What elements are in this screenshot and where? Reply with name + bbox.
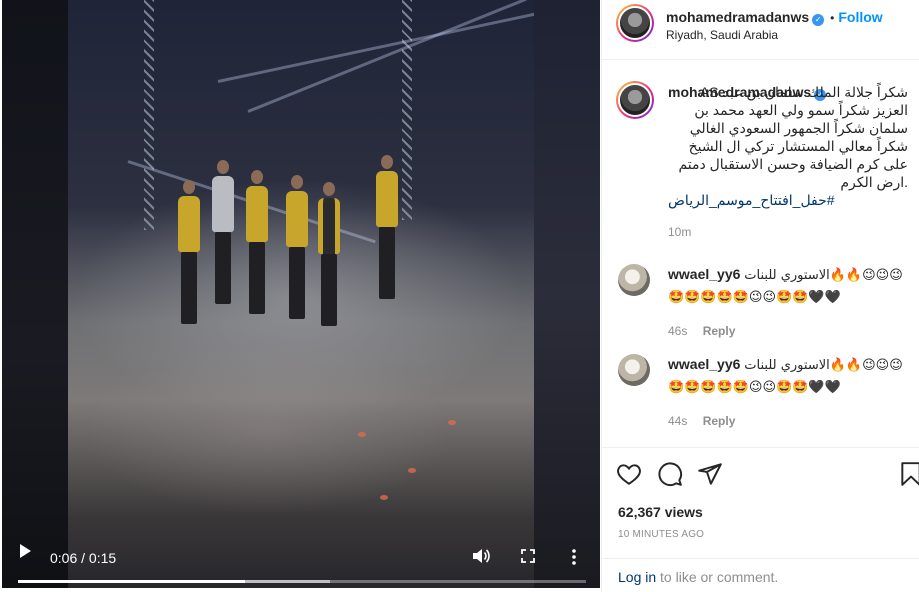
floor-light — [358, 432, 366, 437]
caption-text: AS شكراً جلالة الملك سلمان بن عبد العزيز… — [678, 84, 908, 190]
video-controls: 0:06 / 0:15 — [2, 518, 600, 588]
video-progress-bar[interactable] — [18, 580, 586, 583]
comment-item: wwael_yy6 الاستوري للبنات🔥🔥😉😉😉 🤩🤩🤩🤩🤩😉😉🤩🤩… — [602, 354, 919, 434]
like-heart-icon[interactable] — [616, 461, 642, 487]
separator-dot: • — [830, 11, 835, 25]
post-timestamp: 10 MINUTES AGO — [618, 529, 705, 540]
light-beam — [247, 0, 527, 113]
comments-list[interactable]: mohamedramadanws ✓ AS شكراً جلالة الملك س… — [602, 61, 919, 447]
view-count[interactable]: 62,367 views — [618, 504, 703, 520]
post-caption: mohamedramadanws ✓ AS شكراً جلالة الملك س… — [668, 83, 908, 209]
stage-truss-left — [144, 0, 154, 230]
play-icon[interactable] — [20, 544, 31, 558]
comment-timestamp: 46s — [668, 324, 688, 338]
volume-icon[interactable] — [472, 548, 490, 564]
comment-emojis: 🤩🤩🤩🤩🤩😉😉🤩🤩🖤🖤 — [668, 380, 841, 395]
light-beam — [217, 11, 542, 83]
dancer — [316, 182, 342, 332]
avatar[interactable] — [618, 354, 650, 386]
comment-bubble-icon[interactable] — [657, 461, 683, 487]
comment-body: wwael_yy6 الاستوري للبنات🔥🔥😉😉😉 🤩🤩🤩🤩🤩😉😉🤩🤩… — [668, 354, 916, 398]
video-frame[interactable] — [68, 0, 542, 588]
caption-timestamp: 10m — [668, 225, 692, 239]
header-username[interactable]: mohamedramadanws — [666, 9, 809, 25]
share-paper-plane-icon[interactable] — [697, 461, 723, 487]
fullscreen-icon[interactable] — [521, 549, 535, 563]
post-actions: 62,367 views 10 MINUTES AGO Log in to li… — [602, 447, 919, 592]
video-pillarbox-left — [2, 0, 68, 588]
comment-meta: 44s Reply — [668, 414, 735, 428]
login-prompt: Log in to like or comment. — [602, 558, 919, 592]
reply-button[interactable]: Reply — [703, 324, 736, 338]
dancer — [176, 180, 202, 330]
caption-hashtag[interactable]: #حفل_افتتاح_موسم_الرياض — [668, 191, 908, 209]
login-link[interactable]: Log in — [618, 569, 656, 585]
floor-light — [380, 495, 388, 500]
video-pillarbox-right — [534, 0, 600, 588]
location-link[interactable]: Riyadh, Saudi Arabia — [666, 28, 778, 42]
reply-button[interactable]: Reply — [703, 414, 736, 428]
video-played-bar — [18, 580, 246, 583]
comment-username[interactable]: wwael_yy6 — [668, 266, 740, 282]
more-options-icon[interactable] — [570, 548, 578, 566]
verified-badge-icon: ✓ — [812, 14, 825, 26]
comment-meta: 46s Reply — [668, 324, 735, 338]
save-bookmark-icon[interactable] — [898, 461, 919, 487]
stage-truss-right — [402, 0, 412, 220]
video-time: 0:06 / 0:15 — [50, 550, 117, 566]
video-player[interactable]: 0:06 / 0:15 — [2, 0, 600, 588]
post-header: mohamedramadanws ✓ • Follow Riyadh, Saudi A… — [602, 0, 919, 60]
avatar[interactable] — [618, 264, 650, 296]
floor-light — [408, 468, 416, 473]
comment-text: الاستوري للبنات🔥🔥😉😉😉 — [744, 358, 903, 373]
comment-body: wwael_yy6 الاستوري للبنات🔥🔥😉😉😉 🤩🤩🤩🤩🤩😉😉🤩🤩… — [668, 264, 916, 308]
follow-button[interactable]: Follow — [838, 9, 882, 25]
dancer — [210, 160, 236, 310]
avatar[interactable] — [616, 4, 654, 42]
floor-light — [448, 420, 456, 425]
login-suffix: to like or comment. — [656, 569, 779, 585]
comment-emojis: 🤩🤩🤩🤩🤩😉😉🤩🤩🖤🖤 — [668, 290, 841, 305]
header-user-row: mohamedramadanws ✓ • Follow — [666, 9, 883, 27]
dancer — [244, 170, 270, 320]
caption-avatar[interactable] — [616, 81, 654, 119]
comment-username[interactable]: wwael_yy6 — [668, 356, 740, 372]
comment-timestamp: 44s — [668, 414, 688, 428]
dancer — [284, 175, 310, 325]
comment-text: الاستوري للبنات🔥🔥😉😉😉 — [744, 268, 903, 283]
comment-item: wwael_yy6 الاستوري للبنات🔥🔥😉😉😉 🤩🤩🤩🤩🤩😉😉🤩🤩… — [602, 264, 919, 344]
post-details-panel: mohamedramadanws ✓ • Follow Riyadh, Saudi A… — [601, 0, 919, 592]
dancer — [374, 155, 400, 305]
